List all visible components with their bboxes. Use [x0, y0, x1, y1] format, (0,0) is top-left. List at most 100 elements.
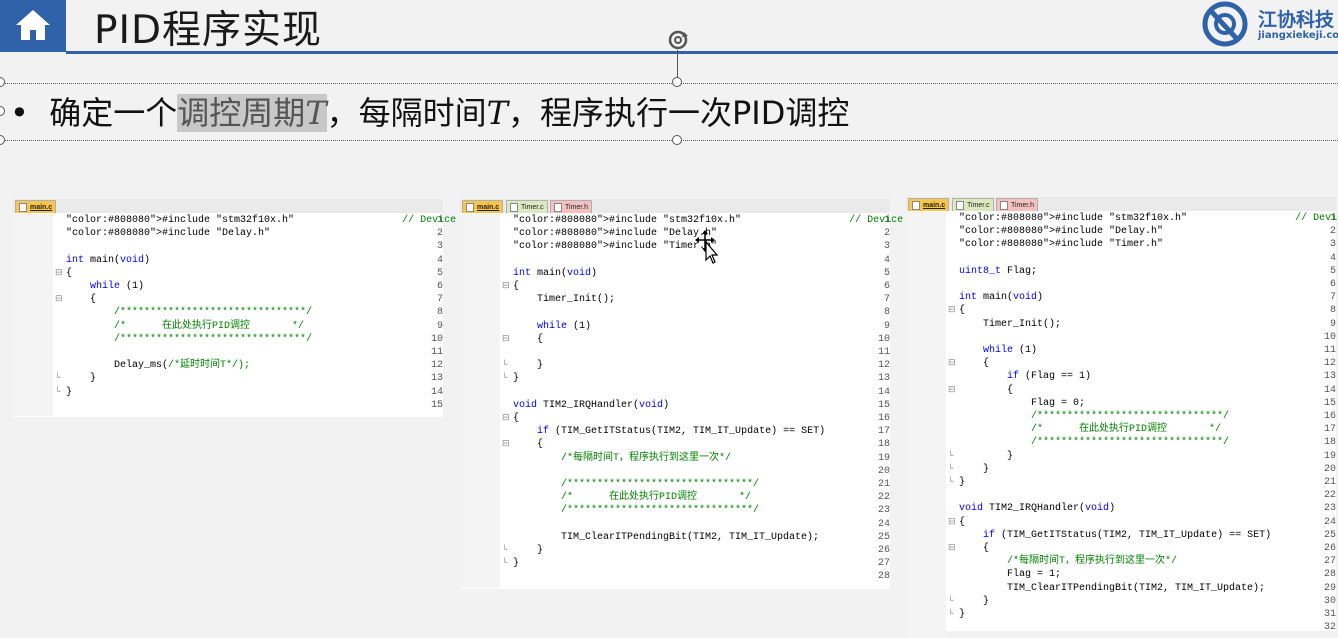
bullet-after: ，程序执行一次PID调控	[507, 94, 850, 132]
fold-marker[interactable]: ⊟	[502, 438, 510, 451]
fold-marker[interactable]: ⊟	[55, 267, 63, 280]
line-number: 5	[1329, 265, 1336, 277]
code-line: uint8_t Flag;	[959, 265, 1038, 277]
code-line: {	[959, 516, 966, 528]
tab-label: Timer.c	[521, 204, 544, 211]
line-number: 11	[1323, 345, 1336, 356]
line-number: 20	[877, 465, 890, 477]
fold-marker[interactable]: └	[948, 608, 956, 621]
fold-marker[interactable]: └	[502, 372, 510, 385]
code-line: }	[959, 477, 966, 488]
bullet-text[interactable]: • 确定一个调控周期T，每隔时间T，程序执行一次PID调控	[10, 88, 849, 134]
line-number: 15	[430, 399, 443, 411]
fold-marker[interactable]: └	[948, 463, 956, 476]
tab-timer-h[interactable]: Timer.h	[996, 198, 1039, 211]
code-line: int main(void)	[66, 254, 151, 266]
code-line: }	[959, 609, 966, 620]
resize-handle-top[interactable]	[672, 77, 682, 87]
code-line: /*******************************/	[561, 505, 760, 517]
code-line: while (1)	[90, 281, 145, 292]
code-line: while (1)	[537, 320, 592, 332]
code-line: while (1)	[983, 345, 1038, 356]
tab-main-c[interactable]: main.c	[15, 200, 57, 213]
line-number: 10	[877, 333, 890, 345]
fold-marker[interactable]: └	[948, 476, 956, 489]
code-line: }	[959, 450, 1014, 462]
line-number: 27	[1323, 556, 1336, 568]
fold-marker[interactable]: ⊟	[948, 384, 956, 397]
line-number: 26	[877, 545, 890, 556]
line-number: 12	[877, 360, 890, 372]
line-number: 11	[877, 347, 890, 358]
fold-marker[interactable]: └	[55, 386, 63, 399]
fold-marker[interactable]: └	[502, 359, 510, 372]
file-icon	[912, 201, 920, 210]
code-line: "color:#808080">#include "stm32f10x.h" /…	[66, 215, 499, 226]
fold-marker[interactable]: ⊟	[502, 412, 510, 425]
tab-label: Timer.c	[967, 202, 990, 209]
fold-marker[interactable]: ⊟	[948, 304, 956, 317]
line-number: 3	[436, 241, 443, 253]
bullet-before: 确定一个	[49, 94, 178, 132]
line-gutter	[460, 214, 500, 588]
bullet-middle: ，每隔时间	[326, 94, 487, 132]
line-number: 23	[1323, 503, 1336, 515]
line-number: 2	[1329, 226, 1336, 238]
code-line: TIM_ClearITPendingBit(TIM2, TIM_IT_Updat…	[513, 531, 820, 543]
fold-marker[interactable]: └	[948, 450, 956, 463]
fold-marker[interactable]: └	[502, 544, 510, 557]
resize-handle-bottom[interactable]	[672, 135, 682, 145]
tab-bar: main.c Timer.c Timer.h	[906, 197, 1336, 211]
code-line: /* 在此处执行PID调控 */	[114, 320, 305, 332]
code-line: {	[66, 267, 73, 279]
line-number: 28	[1323, 569, 1336, 581]
fold-marker[interactable]: ⊟	[948, 542, 956, 555]
line-number: 6	[883, 281, 890, 292]
fold-marker[interactable]: └	[948, 595, 956, 608]
tab-main-c[interactable]: main.c	[462, 200, 504, 213]
tab-main-c[interactable]: main.c	[908, 198, 950, 211]
bullet-marker: •	[10, 94, 29, 132]
line-number: 13	[430, 373, 443, 385]
code-line: if (Flag == 1)	[1007, 371, 1092, 383]
code-line: "color:#808080">#include "Delay.h"	[959, 226, 1164, 238]
line-number: 13	[1323, 371, 1336, 383]
fold-marker[interactable]: └	[55, 372, 63, 385]
resize-handle-bottom-left[interactable]	[0, 135, 5, 145]
line-number: 2	[883, 228, 890, 240]
file-icon	[1000, 201, 1008, 210]
fold-marker[interactable]: └	[502, 557, 510, 570]
tab-timer-c[interactable]: Timer.c	[506, 200, 548, 213]
fold-marker[interactable]: ⊟	[502, 333, 510, 346]
fold-marker[interactable]: ⊟	[55, 293, 63, 306]
tab-label: main.c	[923, 202, 946, 209]
code-line: {	[66, 294, 97, 306]
code-line: }	[959, 463, 990, 475]
resize-handle-top-left[interactable]	[0, 77, 5, 87]
line-gutter	[13, 214, 53, 416]
code-line: int main(void)	[513, 267, 598, 279]
code-line: {	[959, 384, 1014, 396]
fold-marker[interactable]: ⊟	[948, 357, 956, 370]
line-number: 22	[877, 492, 890, 504]
highlight-text: 调控周期	[177, 94, 306, 132]
code-line: "color:#808080">#include "Timer.h"	[959, 239, 1164, 251]
fold-marker[interactable]: ⊟	[502, 280, 510, 293]
code-line: /*******************************/	[114, 307, 313, 319]
code-line: "color:#808080">#include "stm32f10x.h" /…	[959, 213, 1338, 224]
file-icon	[554, 203, 562, 212]
home-button[interactable]	[0, 0, 66, 52]
code-line: "color:#808080">#include "Delay.h"	[513, 228, 718, 240]
code-panel-2: main.c Timer.c Timer.h 1 "color:#808080">#in…	[460, 199, 945, 589]
tab-timer-c[interactable]: Timer.c	[952, 198, 994, 211]
line-number: 21	[877, 479, 890, 490]
code-line: }	[513, 558, 520, 570]
code-line: void TIM2_IRQHandler(void)	[959, 503, 1116, 515]
tab-bar: main.c Timer.c Timer.h	[460, 199, 890, 213]
tab-timer-h[interactable]: Timer.h	[550, 200, 593, 213]
fold-marker[interactable]: ⊟	[948, 516, 956, 529]
code-line: "color:#808080">#include "Timer.h"	[513, 241, 718, 253]
resize-handle-left[interactable]	[0, 106, 5, 116]
rotate-handle-icon[interactable]	[664, 28, 692, 54]
code-line: }	[66, 386, 73, 398]
